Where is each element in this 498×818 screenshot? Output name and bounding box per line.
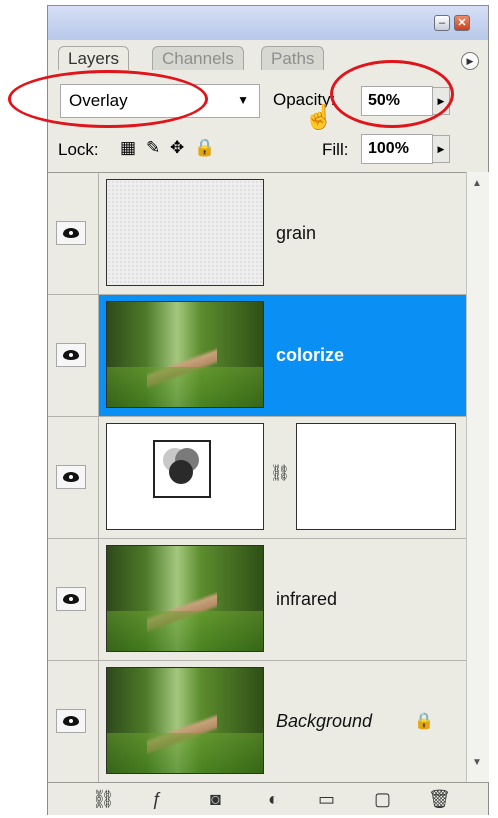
new-adjustment-layer-icon[interactable]: ◐ — [268, 789, 279, 810]
visibility-eye-icon[interactable] — [56, 465, 86, 489]
tab-layers[interactable]: Layers — [58, 46, 130, 70]
layer-row-infrared[interactable]: infrared — [48, 539, 466, 661]
visibility-column — [48, 295, 99, 416]
layer-name: infrared — [276, 589, 338, 609]
channel-mixer-icon — [153, 440, 211, 498]
tab-channels[interactable]: Channels — [152, 46, 244, 70]
visibility-eye-icon[interactable] — [56, 221, 86, 245]
visibility-eye-icon[interactable] — [56, 709, 86, 733]
layer-thumbnail — [106, 545, 264, 652]
add-mask-icon[interactable]: ◙ — [210, 789, 221, 810]
layer-thumbnail — [106, 179, 264, 286]
visibility-column — [48, 661, 99, 782]
layers-scrollbar[interactable]: ▲ ▼ — [466, 172, 489, 782]
layer-row-background[interactable]: Background 🔒 — [48, 661, 466, 783]
new-group-icon[interactable]: ▭ — [318, 789, 335, 810]
layers-list: grain colorize ⛓ infrared Background 🔒 — [48, 172, 466, 783]
layer-style-icon[interactable]: ƒ — [152, 789, 162, 810]
layer-row-colorize[interactable]: colorize — [48, 295, 466, 417]
scroll-down-icon[interactable]: ▼ — [472, 757, 482, 768]
lock-all-icon[interactable]: 🔒 — [194, 138, 215, 158]
lock-transparency-icon[interactable]: ▦ — [120, 138, 136, 158]
visibility-column — [48, 539, 99, 660]
layer-name: colorize — [276, 345, 345, 365]
layer-thumbnail — [106, 301, 264, 408]
close-button[interactable]: ✕ — [454, 15, 470, 31]
layer-thumbnail — [106, 667, 264, 774]
visibility-column — [48, 173, 99, 294]
layer-name: grain — [276, 223, 317, 243]
layer-row-adjustment[interactable]: ⛓ — [48, 417, 466, 539]
link-layers-icon[interactable]: ⛓ — [92, 789, 115, 810]
lock-image-icon[interactable]: ✎ — [146, 138, 160, 158]
panel-titlebar: – ✕ — [48, 6, 488, 40]
annotation-circle-blend — [8, 70, 208, 128]
layers-toolbar: ⛓ ƒ ◙ ◐ ▭ ▢ 🗑 — [48, 782, 488, 815]
chain-link-icon[interactable]: ⛓ — [270, 463, 290, 483]
fill-slider-button[interactable]: ▶ — [432, 135, 450, 163]
adjustment-thumbnail — [106, 423, 264, 530]
visibility-column — [48, 417, 99, 538]
layer-row-grain[interactable]: grain — [48, 173, 466, 295]
lock-icon: 🔒 — [414, 713, 434, 730]
lock-position-icon[interactable]: ✥ — [170, 138, 184, 158]
new-layer-icon[interactable]: ▢ — [374, 789, 391, 810]
layer-mask-thumbnail[interactable] — [296, 423, 456, 530]
chevron-down-icon: ▼ — [237, 93, 249, 107]
annotation-circle-opacity — [330, 60, 454, 128]
scroll-up-icon[interactable]: ▲ — [472, 178, 482, 189]
visibility-eye-icon[interactable] — [56, 587, 86, 611]
panel-menu-icon[interactable]: ▶ — [461, 52, 479, 70]
fill-label: Fill: — [322, 140, 349, 159]
layer-name: Background — [276, 711, 373, 731]
lock-label: Lock: — [58, 140, 99, 159]
minimize-button[interactable]: – — [434, 15, 450, 31]
hand-cursor-icon: ☝ — [304, 104, 334, 131]
fill-input[interactable]: 100% — [361, 134, 433, 164]
delete-layer-icon[interactable]: 🗑 — [428, 789, 451, 810]
visibility-eye-icon[interactable] — [56, 343, 86, 367]
tab-paths[interactable]: Paths — [261, 46, 325, 70]
